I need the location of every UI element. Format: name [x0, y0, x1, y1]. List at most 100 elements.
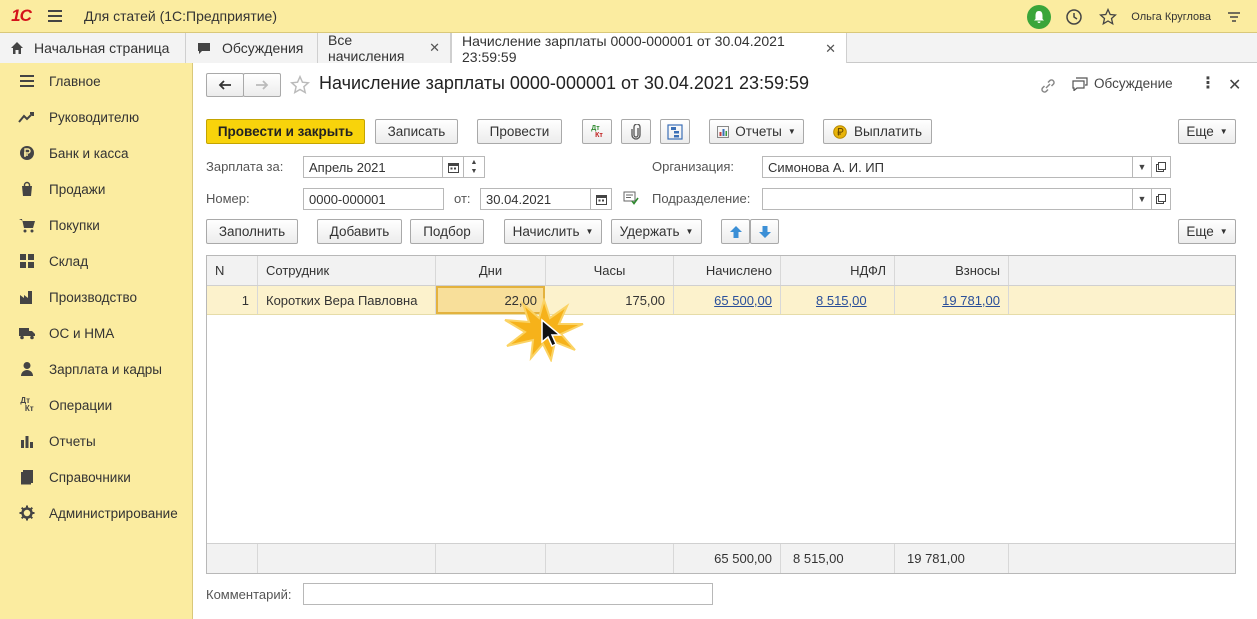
date-calendar-button[interactable] — [590, 188, 612, 210]
user-name[interactable]: Ольга Круглова — [1131, 11, 1211, 23]
close-form-icon[interactable]: ✕ — [1228, 75, 1241, 95]
sidebar-item-sales[interactable]: Продажи — [0, 171, 192, 207]
organization-dropdown-button[interactable]: ▼ — [1132, 156, 1152, 178]
save-button[interactable]: Записать — [375, 119, 458, 144]
month-stepper[interactable]: ▲ ▼ — [463, 156, 485, 178]
bar-chart-icon — [18, 432, 36, 450]
discussion-label: Обсуждение — [1094, 76, 1173, 91]
column-header-contributions[interactable]: Взносы — [895, 256, 1009, 285]
withhold-dropdown-button[interactable]: Удержать ▼ — [611, 219, 702, 244]
comment-label: Комментарий: — [206, 587, 292, 602]
sidebar-item-catalogs[interactable]: Справочники — [0, 459, 192, 495]
accruals-table[interactable]: N Сотрудник Дни Часы Начислено НДФЛ Взно… — [206, 255, 1236, 574]
reports-dropdown-button[interactable]: Отчеты ▼ — [709, 119, 804, 144]
factory-icon — [18, 288, 36, 306]
attach-button[interactable] — [621, 119, 651, 144]
post-button[interactable]: Провести — [477, 119, 562, 144]
footer-cell — [258, 544, 436, 573]
ndfl-cell[interactable]: 8 515,00 — [781, 286, 895, 314]
main-menu-icon[interactable] — [42, 0, 68, 33]
hierarchy-icon — [667, 123, 683, 140]
tab-discussions[interactable]: Обсуждения — [186, 33, 318, 63]
coin-icon — [833, 124, 847, 139]
sidebar-item-salary-hr[interactable]: Зарплата и кадры — [0, 351, 192, 387]
sidebar-item-purchases[interactable]: Покупки — [0, 207, 192, 243]
sidebar-item-main[interactable]: Главное — [0, 63, 192, 99]
discussion-link[interactable]: Обсуждение — [1072, 76, 1173, 91]
salary-month-field[interactable]: Апрель 2021 — [303, 156, 443, 178]
favorites-star-icon[interactable] — [1097, 6, 1119, 28]
date-label: от: — [454, 191, 471, 206]
sidebar-item-admin[interactable]: Администрирование — [0, 495, 192, 531]
chevron-down-icon: ▼ — [585, 227, 594, 236]
calendar-button[interactable] — [442, 156, 464, 178]
tab-label: Обсуждения — [222, 40, 304, 56]
close-tab-icon[interactable]: ✕ — [429, 40, 440, 56]
more-button[interactable]: Еще ▼ — [1178, 119, 1236, 144]
move-down-button[interactable] — [750, 219, 779, 244]
column-header-employee[interactable]: Сотрудник — [258, 256, 436, 285]
column-header-ndfl[interactable]: НДФЛ — [781, 256, 895, 285]
history-icon[interactable] — [1063, 6, 1085, 28]
footer-cell — [546, 544, 674, 573]
division-field[interactable] — [762, 188, 1133, 210]
dt-kt-button[interactable]: Дт Кт — [582, 119, 612, 144]
document-history-icon[interactable] — [623, 191, 639, 208]
selection-button[interactable]: Подбор — [410, 219, 484, 244]
column-header-accrued[interactable]: Начислено — [674, 256, 781, 285]
column-header-hours[interactable]: Часы — [546, 256, 674, 285]
sidebar-item-operations[interactable]: Дт Кт Операции — [0, 387, 192, 423]
column-header-days[interactable]: Дни — [436, 256, 546, 285]
sidebar-item-production[interactable]: Производство — [0, 279, 192, 315]
ndfl-link[interactable]: 8 515,00 — [816, 293, 867, 308]
sidebar-item-assets[interactable]: ОС и НМА — [0, 315, 192, 351]
add-button[interactable]: Добавить — [317, 219, 402, 244]
tab-salary-document[interactable]: Начисление зарплаты 0000-000001 от 30.04… — [451, 33, 847, 65]
organization-open-button[interactable] — [1151, 156, 1171, 178]
division-open-button[interactable] — [1151, 188, 1171, 210]
chat-icon — [196, 41, 212, 55]
accrue-dropdown-button[interactable]: Начислить ▼ — [504, 219, 602, 244]
more-label: Еще — [1186, 224, 1214, 239]
favorite-star-icon[interactable] — [289, 74, 311, 98]
pay-label: Выплатить — [853, 124, 923, 139]
number-field[interactable]: 0000-000001 — [303, 188, 444, 210]
division-dropdown-button[interactable]: ▼ — [1132, 188, 1152, 210]
link-icon[interactable] — [1039, 77, 1057, 98]
back-button[interactable] — [206, 73, 244, 97]
truck-icon — [18, 324, 36, 342]
arrow-down-icon — [758, 225, 772, 239]
move-up-button[interactable] — [721, 219, 750, 244]
sidebar-item-warehouse[interactable]: Склад — [0, 243, 192, 279]
trend-icon — [18, 108, 36, 126]
more-label: Еще — [1186, 124, 1214, 139]
row-number: 1 — [207, 286, 258, 314]
settings-filter-icon[interactable] — [1223, 6, 1245, 28]
sidebar-item-manager[interactable]: Руководителю — [0, 99, 192, 135]
table-more-button[interactable]: Еще ▼ — [1178, 219, 1236, 244]
more-options-icon[interactable]: ⋮ — [1200, 75, 1216, 93]
comment-field[interactable] — [303, 583, 713, 605]
contributions-cell[interactable]: 19 781,00 — [895, 286, 1009, 314]
notifications-bell-icon[interactable] — [1027, 4, 1052, 29]
sidebar-item-bank[interactable]: Банк и касса — [0, 135, 192, 171]
tab-home[interactable]: Начальная страница — [0, 33, 186, 63]
app-logo[interactable]: 1С — [0, 0, 42, 33]
contributions-link[interactable]: 19 781,00 — [942, 293, 1000, 308]
employee-cell[interactable]: Коротких Вера Павловна — [258, 286, 436, 314]
close-tab-icon[interactable]: ✕ — [825, 41, 836, 57]
division-label: Подразделение: — [652, 191, 751, 206]
forward-button[interactable] — [243, 73, 281, 97]
date-field[interactable]: 30.04.2021 — [480, 188, 591, 210]
post-and-close-button[interactable]: Провести и закрыть — [206, 119, 365, 144]
accrued-link[interactable]: 65 500,00 — [714, 293, 772, 308]
tab-all-accruals[interactable]: Все начисления ✕ — [318, 32, 451, 64]
organization-field[interactable]: Симонова А. И. ИП — [762, 156, 1133, 178]
fill-button[interactable]: Заполнить — [206, 219, 298, 244]
column-header-n[interactable]: N — [207, 256, 258, 285]
accrued-cell[interactable]: 65 500,00 — [674, 286, 781, 314]
table-row[interactable]: 1 Коротких Вера Павловна 175,00 65 500,0… — [207, 286, 1235, 315]
sidebar-item-reports[interactable]: Отчеты — [0, 423, 192, 459]
pay-button[interactable]: Выплатить — [823, 119, 932, 144]
structure-button[interactable] — [660, 119, 690, 144]
